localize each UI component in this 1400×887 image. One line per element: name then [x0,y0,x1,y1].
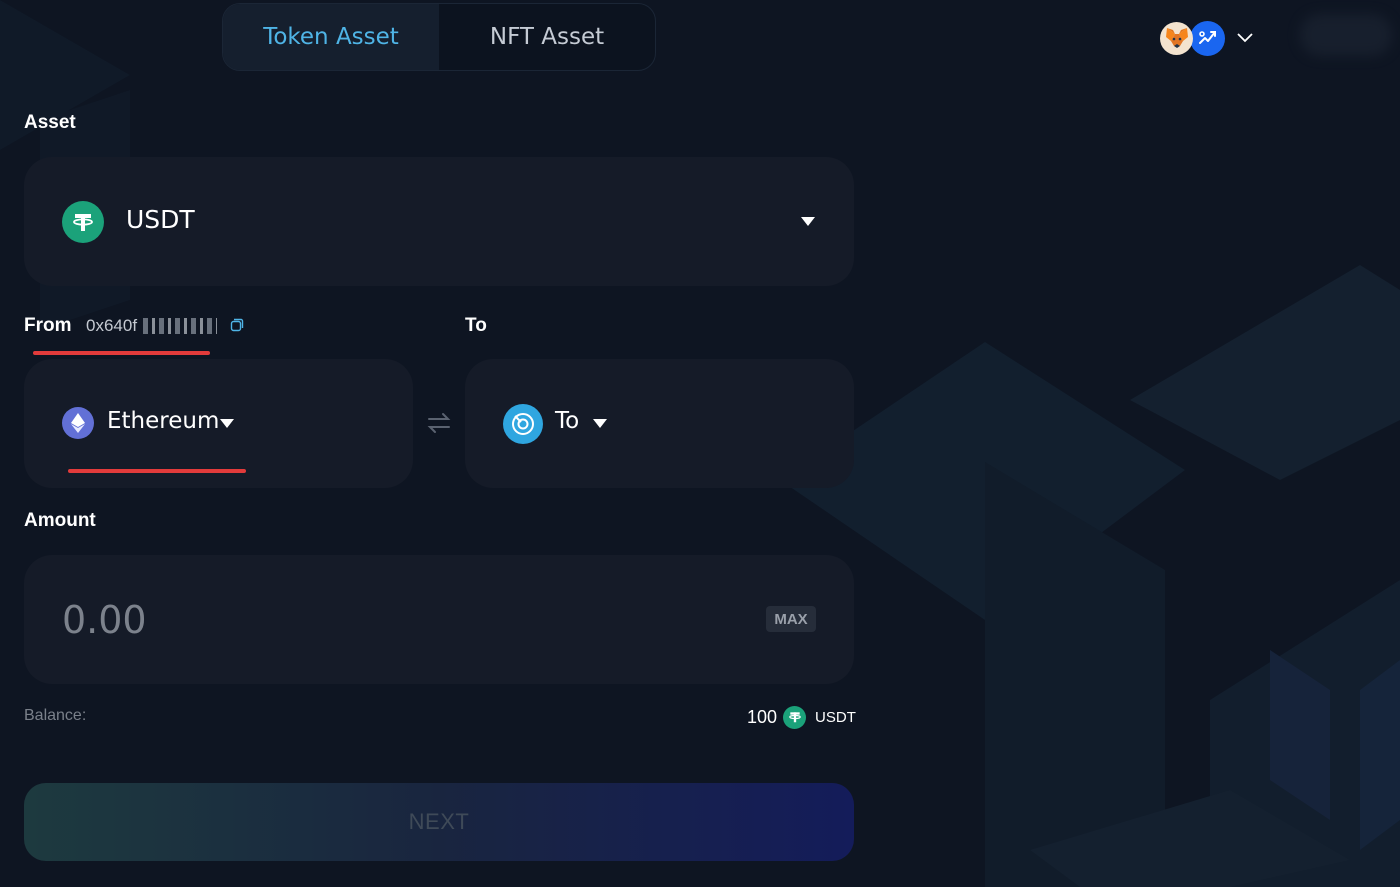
ethereum-icon [62,407,94,439]
caret-down-icon [801,217,815,226]
amount-input[interactable] [62,597,662,643]
blurred-profile [1300,14,1392,56]
amount-label: Amount [24,510,96,531]
caret-down-icon [220,419,234,428]
to-chain-name: To [555,408,580,434]
masked-address-segment [143,318,217,334]
swap-direction-icon[interactable] [426,410,452,436]
highlight-underline-from [33,351,210,355]
asset-type-tabs: Token Asset NFT Asset [222,3,656,71]
tab-token-asset[interactable]: Token Asset [223,4,439,70]
balance-label: Balance: [24,707,87,724]
metamask-fox-icon [1160,21,1193,55]
amount-field: MAX [24,555,854,684]
balance-display: 100 USDT [747,704,857,730]
balance-symbol: USDT [815,708,856,726]
max-button[interactable]: MAX [766,606,816,632]
asset-selector[interactable]: USDT [24,157,854,286]
asset-label: Asset [24,112,76,133]
to-label: To [465,315,487,336]
next-button[interactable]: NEXT [24,783,854,861]
balance-value: 100 [747,706,778,727]
target-chain-icon [503,404,543,444]
selected-asset-name: USDT [126,205,195,234]
network-icon [1190,20,1225,56]
wallet-network-selector[interactable] [1160,20,1253,56]
to-chain-selector[interactable]: To [465,359,854,488]
from-chain-name: Ethereum [107,408,220,434]
from-label: From [24,315,72,336]
tether-icon [783,705,807,729]
from-address: 0x640f [86,316,138,335]
caret-down-icon [593,419,607,428]
tether-icon [62,201,104,243]
chevron-down-icon [1237,33,1253,43]
copy-icon[interactable] [230,318,244,332]
highlight-underline-chain [68,469,246,473]
tab-nft-asset[interactable]: NFT Asset [439,4,655,70]
